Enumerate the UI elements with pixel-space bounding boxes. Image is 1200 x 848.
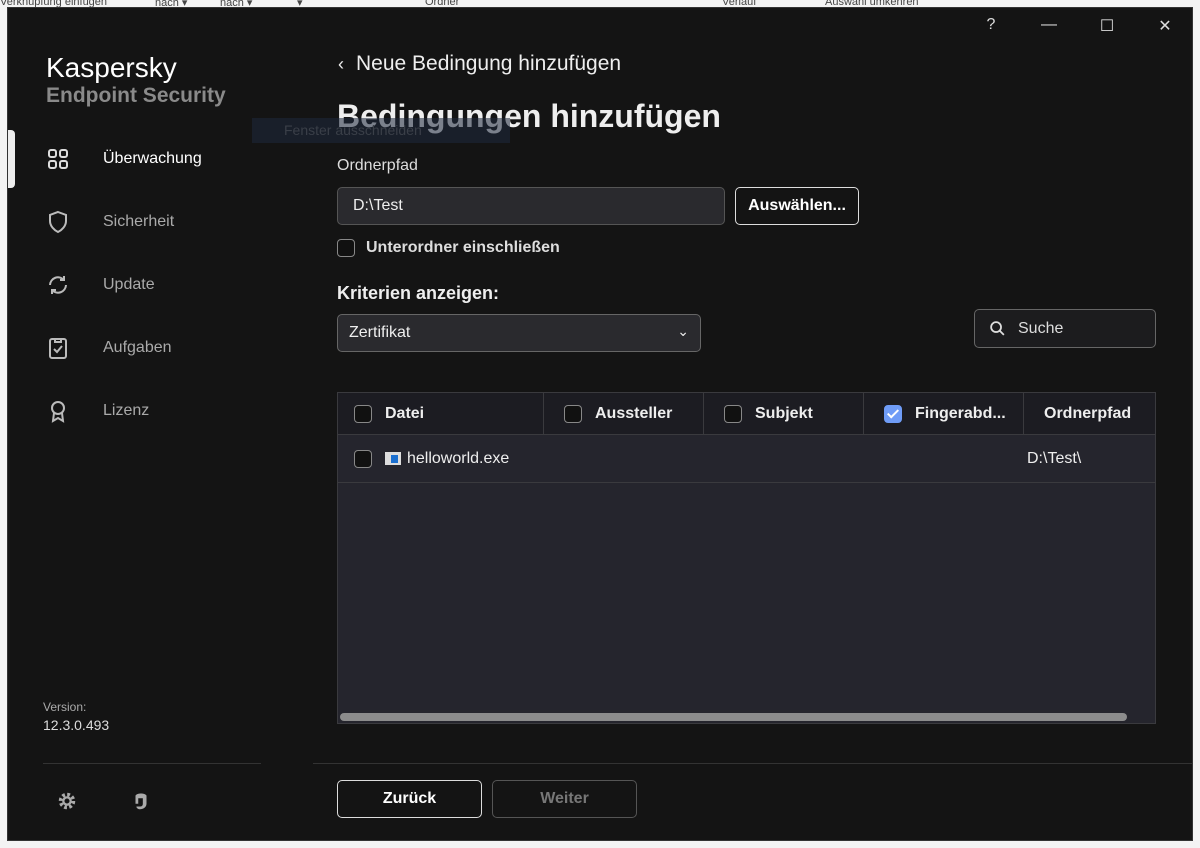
file-name: helloworld.exe (407, 449, 510, 467)
brand-name: Kaspersky (46, 52, 177, 83)
column-label: Ordnerpfad (1044, 404, 1132, 422)
column-label: Subjekt (755, 404, 813, 422)
checkbox[interactable] (337, 239, 355, 257)
sidebar-item-label: Überwachung (103, 150, 202, 167)
search-input[interactable]: Suche (974, 309, 1156, 348)
shield-icon (49, 210, 67, 234)
back-button[interactable]: Zurück (337, 780, 482, 818)
checkbox[interactable] (564, 404, 582, 423)
column-ordnerpfad[interactable]: Ordnerpfad (1024, 393, 1155, 434)
sidebar-item-update[interactable]: Update (46, 273, 155, 297)
sidebar-item-label: Update (103, 276, 155, 293)
column-label: Fingerabd... (915, 404, 1006, 422)
criteria-select[interactable]: Zertifikat ⌄ (337, 314, 701, 352)
award-icon (51, 401, 65, 423)
checkbox[interactable] (354, 449, 372, 468)
back-label: Neue Bedingung hinzufügen (356, 52, 622, 75)
divider (313, 763, 1193, 764)
settings-icon[interactable] (56, 790, 78, 812)
product-name: Endpoint Security (46, 84, 226, 107)
files-table: Datei Aussteller Subjekt Fingerabd... Or… (337, 392, 1156, 724)
column-label: Aussteller (595, 404, 673, 422)
column-aussteller[interactable]: Aussteller (544, 393, 704, 434)
column-fingerabdruck[interactable]: Fingerabd... (864, 393, 1024, 434)
exe-file-icon (385, 452, 401, 465)
version-label: Version: (43, 700, 87, 714)
search-icon (990, 321, 1005, 336)
column-datei[interactable]: Datei (338, 393, 544, 434)
minimize-button[interactable]: — (1037, 16, 1061, 34)
column-subjekt[interactable]: Subjekt (704, 393, 864, 434)
table-header: Datei Aussteller Subjekt Fingerabd... Or… (338, 393, 1155, 435)
next-button[interactable]: Weiter (492, 780, 637, 818)
horizontal-scrollbar[interactable] (340, 713, 1127, 721)
browse-button[interactable]: Auswählen... (735, 187, 859, 225)
file-folder: D:\Test\ (1027, 449, 1082, 467)
checkbox[interactable] (354, 404, 372, 423)
back-link[interactable]: ‹ Neue Bedingung hinzufügen (338, 52, 621, 76)
version-number: 12.3.0.493 (43, 717, 110, 733)
clipboard-icon (49, 338, 67, 359)
close-button[interactable]: ✕ (1153, 16, 1177, 36)
criteria-label: Kriterien anzeigen: (337, 283, 500, 303)
sidebar-item-ueberwachung[interactable]: Überwachung (46, 147, 202, 171)
active-indicator (8, 130, 15, 188)
support-icon[interactable] (130, 790, 152, 812)
sidebar-item-lizenz[interactable]: Lizenz (46, 399, 149, 423)
dashboard-icon (48, 149, 68, 169)
kaspersky-window: Kaspersky Endpoint Security Überwachung … (7, 7, 1193, 841)
tooltip: Fenster ausschneiden (252, 118, 510, 143)
criteria-value: Zertifikat (349, 324, 411, 341)
column-label: Datei (385, 404, 425, 422)
chevron-down-icon: ⌄ (677, 323, 689, 339)
folder-path-input[interactable]: D:\Test (337, 187, 725, 225)
refresh-icon (49, 276, 67, 294)
search-placeholder: Suche (1018, 319, 1064, 337)
sidebar-item-sicherheit[interactable]: Sicherheit (46, 210, 174, 234)
help-button[interactable]: ? (979, 16, 1003, 34)
sidebar-item-label: Lizenz (103, 402, 150, 419)
maximize-button[interactable]: ☐ (1095, 16, 1119, 36)
sidebar-item-label: Sicherheit (103, 213, 175, 230)
subfolders-checkbox[interactable]: Unterordner einschließen (337, 239, 560, 257)
folder-label: Ordnerpfad (337, 157, 418, 174)
checkbox-checked[interactable] (884, 404, 902, 423)
sidebar-item-aufgaben[interactable]: Aufgaben (46, 336, 172, 360)
sidebar-item-label: Aufgaben (103, 339, 172, 356)
checkbox[interactable] (724, 404, 742, 423)
chevron-left-icon: ‹ (338, 54, 344, 74)
divider (43, 763, 261, 764)
table-row[interactable]: helloworld.exe D:\Test\ (338, 435, 1155, 483)
subfolders-label: Unterordner einschließen (366, 239, 560, 256)
